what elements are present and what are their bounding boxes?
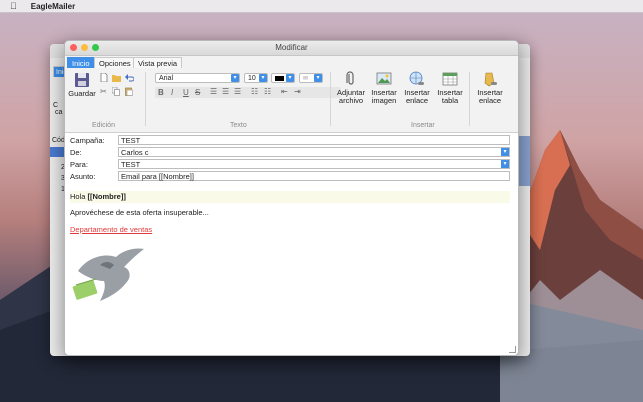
campana-label: Campaña: <box>70 136 105 145</box>
image-icon <box>376 72 392 85</box>
insert-table-button[interactable]: Insertar tabla <box>435 71 465 105</box>
save-button[interactable]: Guardar <box>68 72 96 98</box>
ribbon-separator <box>330 72 331 126</box>
greeting-line: Hola [[Nombre]] <box>70 191 510 203</box>
indent-icon[interactable]: ⇥ <box>294 87 301 96</box>
de-label: De: <box>70 148 82 157</box>
chevron-down-icon: ▾ <box>314 74 322 82</box>
ribbon-separator <box>469 72 470 126</box>
bullet-list-icon[interactable]: ☷ <box>264 87 271 96</box>
asunto-label: Asunto: <box>70 172 96 181</box>
insert-unsubscribe-link-button[interactable]: Insertar enlace <box>473 71 507 105</box>
underline-icon[interactable]: U <box>183 88 189 97</box>
font-color-select[interactable]: ▾ <box>271 73 295 83</box>
ribbon-tabs: Inicio Opciones Vista previa <box>65 56 518 69</box>
align-left-icon[interactable]: ☰ <box>210 87 217 96</box>
align-center-icon[interactable]: ☰ <box>222 87 229 96</box>
group-label-texto: Texto <box>230 122 247 129</box>
group-label-insertar: Insertar <box>411 122 435 129</box>
chevron-down-icon: ▾ <box>501 160 509 168</box>
window-titlebar: Modificar <box>65 41 518 56</box>
minimize-window-button[interactable] <box>81 44 88 51</box>
undo-icon[interactable] <box>125 73 134 82</box>
modificar-window: Modificar Inicio Opciones Vista previa G… <box>64 40 519 356</box>
chevron-down-icon: ▾ <box>259 74 267 82</box>
table-icon <box>442 72 458 86</box>
chevron-down-icon: ▾ <box>231 74 239 82</box>
color-swatch <box>275 76 284 81</box>
para-value: TEST <box>121 160 141 169</box>
message-body-editor[interactable]: Hola [[Nombre]] Aprovéchese de esta ofer… <box>65 187 518 355</box>
font-size-select[interactable]: 10 ▾ <box>244 73 268 83</box>
apple-menu-icon[interactable]:  <box>10 1 17 11</box>
insert-link-button[interactable]: Insertar enlace <box>402 71 432 105</box>
paperclip-icon <box>346 71 354 85</box>
highlight-select[interactable]: ✉ ▾ <box>299 73 323 83</box>
open-folder-icon[interactable] <box>112 73 121 82</box>
envelope-icon: ✉ <box>303 76 309 82</box>
save-button-label: Guardar <box>68 89 96 98</box>
sales-department-link[interactable]: Departamento de ventas <box>70 225 152 234</box>
message-header-form: Campaña: TEST De: Carlos c ▾ Para: TEST ▾ … <box>65 133 518 189</box>
window-title: Modificar <box>275 43 308 52</box>
globe-link-icon <box>409 71 424 85</box>
bold-icon[interactable]: B <box>158 88 164 97</box>
insert-image-label-2: imagen <box>371 96 397 105</box>
resize-grip[interactable] <box>509 346 516 353</box>
paste-icon[interactable] <box>125 87 133 96</box>
campana-field[interactable]: TEST <box>118 135 510 145</box>
ribbon-separator <box>145 72 146 126</box>
body-paragraph: Aprovéchese de esta oferta insuperable..… <box>70 208 209 217</box>
numbered-list-icon[interactable]: ☷ <box>251 87 258 96</box>
asunto-row: Asunto: Email para [[Nombre]] <box>65 171 518 181</box>
group-label-edicion: Edición <box>92 122 115 129</box>
outdent-icon[interactable]: ⇤ <box>281 87 288 96</box>
font-name-select[interactable]: Arial ▾ <box>155 73 240 83</box>
insert-unsubscribe-label-2: enlace <box>478 96 502 105</box>
strikethrough-icon[interactable]: S <box>195 88 200 97</box>
cut-icon[interactable]: ✂ <box>100 87 107 96</box>
de-value: Carlos c <box>121 148 149 157</box>
copy-icon[interactable] <box>112 87 120 96</box>
align-right-icon[interactable]: ☰ <box>234 87 241 96</box>
eagle-logo-image <box>72 248 144 301</box>
chevron-down-icon: ▾ <box>501 148 509 156</box>
insert-table-label-2: tabla <box>441 96 459 105</box>
ribbon: Guardar ✂ Edición Arial ▾ 10 ▾ ▾ ✉ ▾ B I… <box>65 68 518 133</box>
campana-row: Campaña: TEST <box>65 135 518 145</box>
menu-bar:  EagleMailer <box>0 0 643 13</box>
background-toolbar-label: C <box>53 102 59 109</box>
insert-image-button[interactable]: Insertar imagen <box>369 71 399 105</box>
de-select[interactable]: Carlos c ▾ <box>118 147 510 157</box>
new-document-icon[interactable] <box>100 73 108 82</box>
para-row: Para: TEST ▾ <box>65 159 518 169</box>
font-size-value: 10 <box>248 75 256 82</box>
greeting-prefix: Hola <box>70 192 88 201</box>
background-toolbar-label-2: ca <box>55 109 63 116</box>
italic-icon[interactable]: I <box>171 88 173 97</box>
app-name-menu[interactable]: EagleMailer <box>31 2 75 11</box>
close-window-button[interactable] <box>70 44 77 51</box>
para-label: Para: <box>70 160 88 169</box>
chevron-down-icon: ▾ <box>286 74 294 82</box>
pencil-link-icon <box>484 72 497 87</box>
insert-link-label-2: enlace <box>405 96 429 105</box>
font-name-value: Arial <box>159 75 174 82</box>
asunto-value: Email para [[Nombre]] <box>121 172 194 181</box>
attach-file-button[interactable]: Adjuntar archivo <box>336 71 366 105</box>
asunto-field[interactable]: Email para [[Nombre]] <box>118 171 510 181</box>
floppy-disk-icon <box>75 73 89 87</box>
de-row: De: Carlos c ▾ <box>65 147 518 157</box>
attach-file-label-2: archivo <box>338 96 364 105</box>
campana-value: TEST <box>121 136 141 145</box>
zoom-window-button[interactable] <box>92 44 99 51</box>
greeting-token: [[Nombre]] <box>87 192 126 201</box>
para-select[interactable]: TEST ▾ <box>118 159 510 169</box>
background-column-header: Cód <box>52 137 65 144</box>
